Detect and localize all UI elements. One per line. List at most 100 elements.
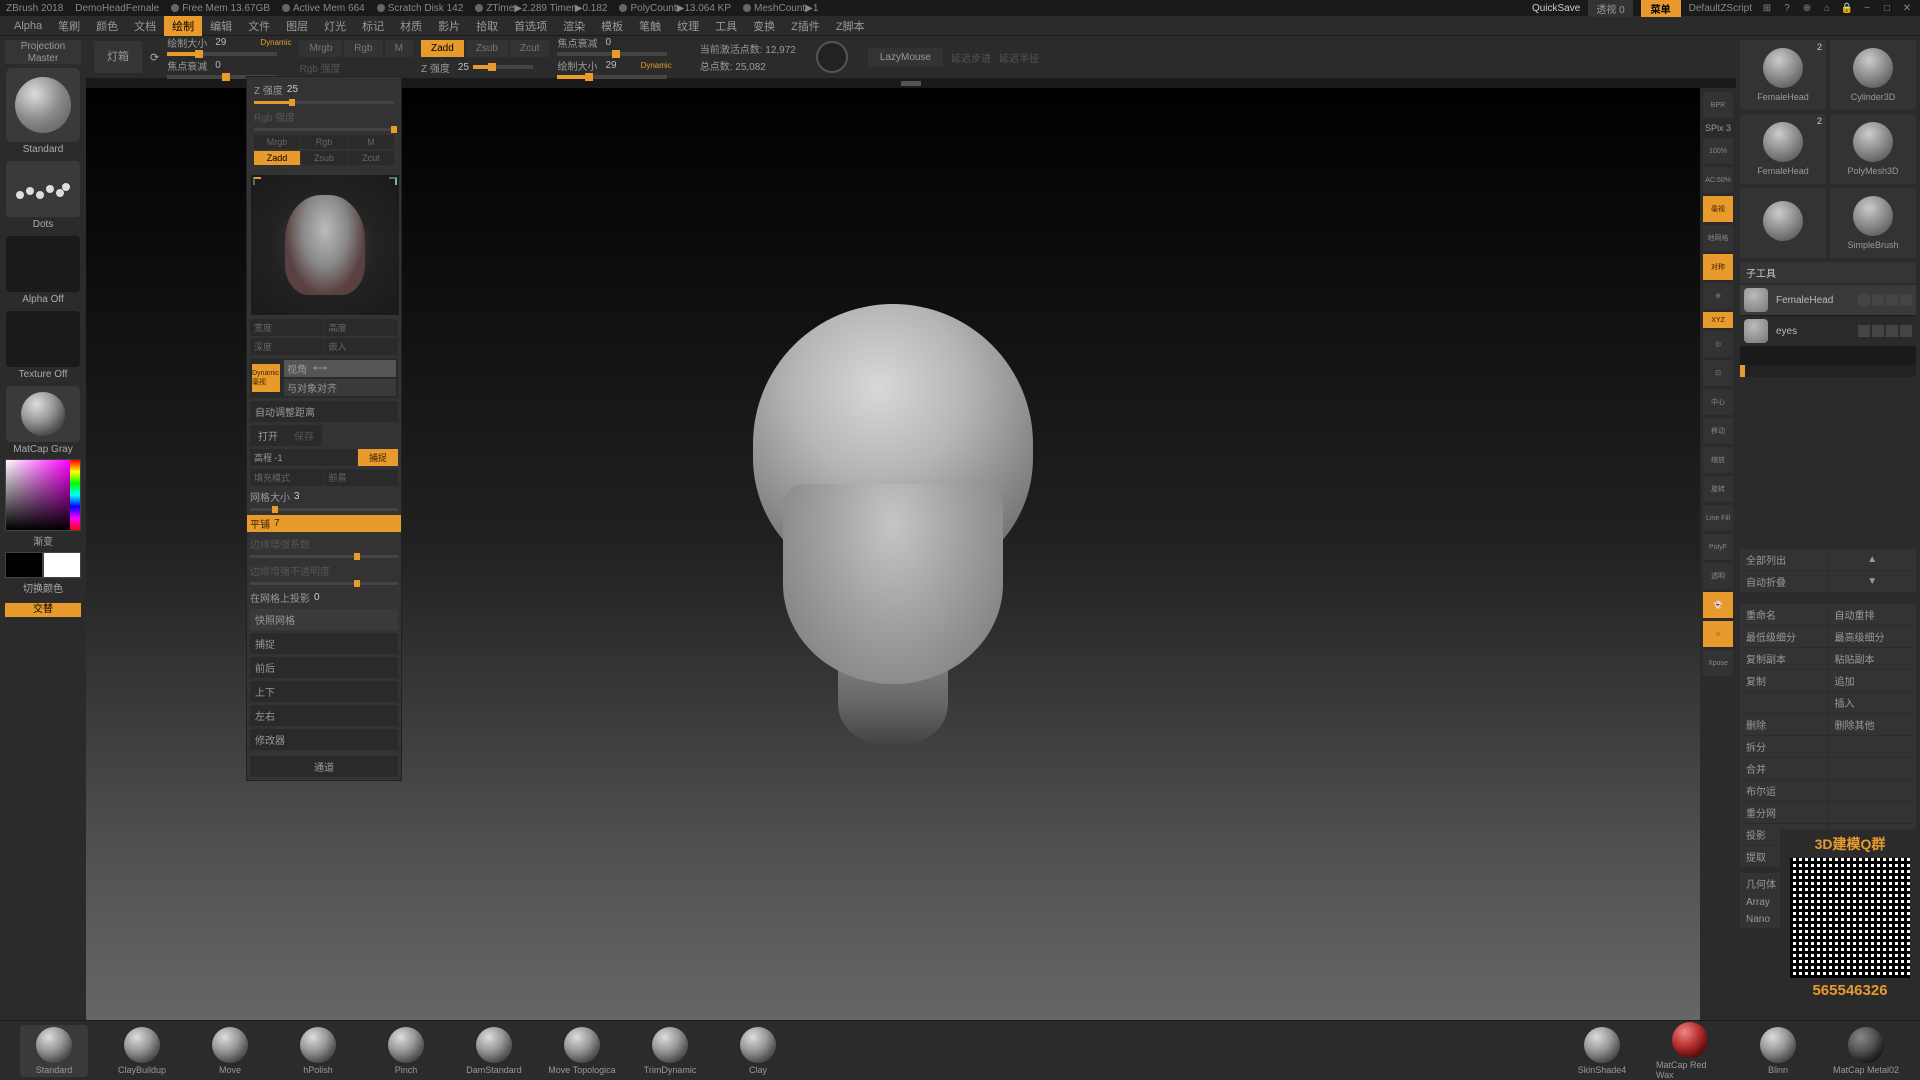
- layout-icon[interactable]: ⊞: [1760, 1, 1774, 15]
- scale-button[interactable]: 缩放: [1703, 447, 1733, 473]
- maximize-icon[interactable]: □: [1880, 1, 1894, 15]
- menu-变换[interactable]: 变换: [745, 16, 783, 36]
- subtool-flag-icon[interactable]: [1886, 325, 1898, 337]
- mode-m[interactable]: M: [385, 40, 413, 57]
- up-down-button[interactable]: 上下: [250, 681, 398, 702]
- quicksave-button[interactable]: QuickSave: [1532, 3, 1580, 14]
- subtool-scrollbar[interactable]: [1740, 365, 1916, 377]
- rgb-int-slider[interactable]: [254, 128, 394, 131]
- subtool-flag-icon[interactable]: [1900, 294, 1912, 306]
- saturation-area[interactable]: [6, 460, 70, 530]
- dynamic-view-button[interactable]: 毫视: [1703, 196, 1733, 222]
- tool-tile[interactable]: [1740, 188, 1826, 258]
- menu-图层[interactable]: 图层: [278, 16, 316, 36]
- projection-master-button[interactable]: Projection Master: [5, 40, 81, 64]
- symmetry-button[interactable]: 对称: [1703, 254, 1733, 280]
- texture-selector[interactable]: [6, 311, 80, 367]
- list-all-button[interactable]: 全部列出: [1740, 549, 1828, 570]
- popup-mode-rgb[interactable]: Rgb: [301, 135, 347, 149]
- xyz-button[interactable]: XYZ: [1703, 312, 1733, 328]
- lightbox-button[interactable]: 灯箱: [94, 41, 142, 73]
- subtool-action-button[interactable]: 删除其他: [1829, 714, 1917, 735]
- floor-grid-button[interactable]: 地网格: [1703, 225, 1733, 251]
- subtool-action-button[interactable]: [1829, 736, 1917, 757]
- lock-icon[interactable]: 🔒: [1840, 1, 1854, 15]
- mesh-size-slider[interactable]: [250, 508, 398, 511]
- open-button[interactable]: 打开: [250, 425, 286, 446]
- subtool-flag-icon[interactable]: [1900, 325, 1912, 337]
- xpose-button[interactable]: Xpose: [1703, 650, 1733, 676]
- auto-collapse-button[interactable]: 自动折叠: [1740, 571, 1828, 592]
- menu-alpha[interactable]: Alpha: [6, 18, 50, 34]
- linefill-button[interactable]: Line Fill: [1703, 505, 1733, 531]
- tool-tile[interactable]: PolyMesh3D: [1830, 114, 1916, 184]
- shelf-brush[interactable]: DamStandard: [460, 1027, 528, 1075]
- menu-模板[interactable]: 模板: [593, 16, 631, 36]
- refresh-icon[interactable]: ⟳: [150, 51, 159, 64]
- menu-工具[interactable]: 工具: [707, 16, 745, 36]
- z-intensity-slider[interactable]: [473, 65, 533, 69]
- menu-纹理[interactable]: 纹理: [669, 16, 707, 36]
- menu-编辑[interactable]: 编辑: [202, 16, 240, 36]
- subtool-action-button[interactable]: 最高级细分: [1829, 626, 1917, 647]
- modifier-button[interactable]: 修改器: [250, 729, 398, 750]
- down-arrow-icon[interactable]: ▼: [1829, 571, 1917, 592]
- brush-selector[interactable]: [6, 68, 80, 142]
- popup-mode-m[interactable]: M: [348, 135, 394, 149]
- subtool-action-button[interactable]: 追加: [1829, 670, 1917, 691]
- subtool-action-button[interactable]: 重分网: [1740, 802, 1828, 823]
- dynamic-view-icon[interactable]: Dynamic 毫视: [252, 364, 280, 392]
- subtool-action-button[interactable]: [1829, 758, 1917, 779]
- shelf-brush[interactable]: Move Topologica: [548, 1027, 616, 1075]
- channel-section[interactable]: 通道: [250, 756, 398, 777]
- mode-zsub[interactable]: Zsub: [466, 40, 508, 57]
- solo-button[interactable]: ○: [1703, 621, 1733, 647]
- menu-标记[interactable]: 标记: [354, 16, 392, 36]
- local-sym-button[interactable]: ⊕: [1703, 283, 1733, 309]
- transparent-button[interactable]: 透明: [1703, 563, 1733, 589]
- shelf-brush[interactable]: Move: [196, 1027, 264, 1075]
- help-icon[interactable]: ?: [1780, 1, 1794, 15]
- up-arrow-icon[interactable]: ▲: [1829, 549, 1917, 570]
- snap-button[interactable]: 捕捉: [358, 449, 398, 466]
- shelf-material[interactable]: MatCap Red Wax: [1656, 1022, 1724, 1080]
- menu-影片[interactable]: 影片: [430, 16, 468, 36]
- edge-enhance-slider[interactable]: [250, 555, 398, 558]
- subtool-action-button[interactable]: 重命名: [1740, 604, 1828, 625]
- subtool-action-button[interactable]: [1740, 692, 1828, 713]
- z-int-slider[interactable]: [254, 101, 394, 104]
- capture-button[interactable]: 捕捉: [250, 633, 398, 654]
- gyro-widget[interactable]: [816, 41, 848, 73]
- subtool-action-button[interactable]: 复制: [1740, 670, 1828, 691]
- lazymouse-toggle[interactable]: LazyMouse: [868, 48, 943, 67]
- shelf-brush[interactable]: hPolish: [284, 1027, 352, 1075]
- menu-文档[interactable]: 文档: [126, 16, 164, 36]
- align-to-object-button[interactable]: 与对象对齐: [287, 380, 337, 395]
- tool-tile[interactable]: FemaleHead2: [1740, 114, 1826, 184]
- tool-tile[interactable]: FemaleHead2: [1740, 40, 1826, 110]
- center-button[interactable]: ◎: [1703, 331, 1733, 357]
- popup-mode-zcut[interactable]: Zcut: [348, 151, 394, 165]
- subtool-flag-icon[interactable]: [1858, 294, 1870, 306]
- ac50-button[interactable]: AC:50%: [1703, 167, 1733, 193]
- menu-渲染[interactable]: 渲染: [555, 16, 593, 36]
- menu-颜色[interactable]: 颜色: [88, 16, 126, 36]
- save-button[interactable]: 保存: [286, 425, 322, 446]
- mode-mrgb[interactable]: Mrgb: [299, 40, 342, 57]
- pin-icon[interactable]: ⊕: [1800, 1, 1814, 15]
- subtool-action-button[interactable]: 布尔运: [1740, 780, 1828, 801]
- zscript-label[interactable]: DefaultZScript: [1689, 3, 1752, 14]
- left-right-button[interactable]: 左右: [250, 705, 398, 726]
- scale100-button[interactable]: 100%: [1703, 138, 1733, 164]
- menu-button[interactable]: 菜单: [1641, 0, 1681, 17]
- menu-材质[interactable]: 材质: [392, 16, 430, 36]
- bpr-button[interactable]: BPR: [1703, 92, 1733, 118]
- shelf-brush[interactable]: Pinch: [372, 1027, 440, 1075]
- close-icon[interactable]: ✕: [1900, 1, 1914, 15]
- draw-size2-slider[interactable]: [557, 75, 667, 79]
- perspective-toggle[interactable]: 透视 0: [1588, 0, 1632, 17]
- subtool-action-button[interactable]: 删除: [1740, 714, 1828, 735]
- menu-z插件[interactable]: Z插件: [783, 16, 828, 36]
- shelf-material[interactable]: MatCap Metal02: [1832, 1027, 1900, 1075]
- subtool-item[interactable]: eyes: [1740, 316, 1916, 346]
